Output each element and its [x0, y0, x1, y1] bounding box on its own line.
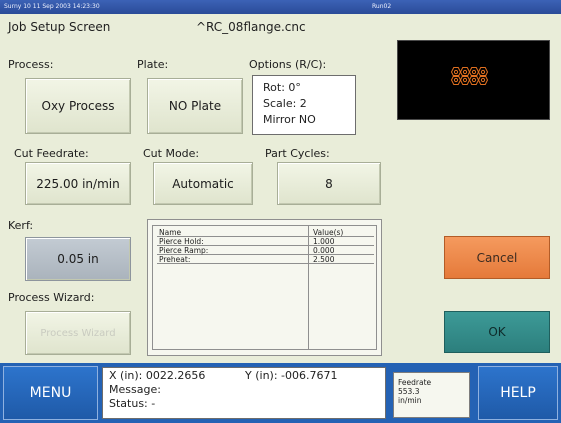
feedrate-unit: in/min — [398, 396, 422, 405]
job-file-name: ^RC_08flange.cnc — [196, 20, 306, 34]
param-value: 0.000 — [313, 246, 335, 255]
menu-button-label: MENU — [29, 385, 72, 401]
y-position: Y (in): -006.7671 — [245, 369, 338, 382]
feedrate-label: Feedrate — [398, 378, 432, 387]
table-header-row: Name Value(s) — [157, 228, 374, 237]
flange-hole — [453, 77, 459, 83]
option-rotation: Rot: 0° — [263, 81, 301, 94]
part-cycles-label: Part Cycles: — [265, 147, 330, 160]
options-label: Options (R/C): — [249, 58, 327, 71]
flange-hole — [462, 69, 468, 75]
flange-hole — [480, 77, 486, 83]
feedrate-panel: Feedrate 553.3 in/min — [393, 372, 470, 418]
ok-button[interactable]: OK — [444, 311, 550, 353]
process-wizard-label: Process Wizard: — [8, 291, 95, 304]
param-name: Preheat: — [159, 255, 191, 264]
cut-mode-button[interactable]: Automatic — [153, 162, 253, 205]
process-label: Process: — [8, 58, 54, 71]
nested-parts-graphic — [450, 67, 489, 85]
flange-hole — [462, 77, 468, 83]
process-value: Oxy Process — [41, 99, 115, 113]
option-mirror: Mirror NO — [263, 113, 316, 126]
column-header-name: Name — [159, 228, 182, 237]
table-row[interactable]: Pierce Ramp: 0.000 — [157, 246, 374, 255]
position-readout: X (in): 0022.2656 Y (in): -006.7671 — [109, 369, 385, 383]
flange-hole — [471, 77, 477, 83]
help-button[interactable]: HELP — [478, 366, 558, 420]
ok-button-label: OK — [488, 325, 506, 339]
process-wizard-button-label: Process Wizard — [40, 327, 116, 339]
flange-hole — [471, 69, 477, 75]
title-bar: Surny 10 11 Sep 2003 14:23:30 Run02 — [0, 0, 561, 14]
plate-label: Plate: — [137, 58, 169, 71]
cancel-button[interactable]: Cancel — [444, 236, 550, 279]
cut-mode-value: Automatic — [172, 176, 234, 191]
param-name: Pierce Ramp: — [159, 246, 209, 255]
plate-value: NO Plate — [168, 99, 222, 113]
part-cycles-button[interactable]: 8 — [277, 162, 381, 205]
title-bar-datetime: Surny 10 11 Sep 2003 14:23:30 — [4, 3, 100, 10]
plate-button[interactable]: NO Plate — [147, 78, 243, 134]
kerf-button[interactable]: 0.05 in — [25, 237, 131, 281]
cut-feedrate-button[interactable]: 225.00 in/min — [25, 162, 131, 205]
kerf-value: 0.05 in — [57, 252, 99, 266]
flange-hole — [480, 69, 486, 75]
help-button-label: HELP — [500, 385, 536, 401]
table-row[interactable]: Preheat: 2.500 — [157, 255, 374, 264]
cut-feedrate-value: 225.00 in/min — [36, 176, 120, 191]
column-header-values: Value(s) — [313, 228, 344, 237]
title-bar-mode: Run02 — [372, 3, 392, 10]
table-frame: Name Value(s) Pierce Hold: 1.000 Pierce … — [152, 225, 377, 350]
table-row[interactable]: Pierce Hold: 1.000 — [157, 237, 374, 246]
x-position: X (in): 0022.2656 — [109, 369, 206, 382]
status-line: Status: - — [109, 397, 156, 410]
message-line: Message: — [109, 383, 161, 396]
menu-button[interactable]: MENU — [3, 366, 98, 420]
part-preview — [397, 40, 550, 120]
process-button[interactable]: Oxy Process — [25, 78, 131, 134]
option-scale: Scale: 2 — [263, 97, 307, 110]
process-parameters-table: Name Value(s) Pierce Hold: 1.000 Pierce … — [147, 219, 382, 356]
param-value: 1.000 — [313, 237, 335, 246]
status-panel: X (in): 0022.2656 Y (in): -006.7671 Mess… — [102, 367, 386, 419]
cut-mode-label: Cut Mode: — [143, 147, 200, 160]
feedrate-value: 553.3 — [398, 387, 420, 396]
screen-title: Job Setup Screen — [8, 20, 111, 34]
param-name: Pierce Hold: — [159, 237, 204, 246]
flange-hole — [453, 69, 459, 75]
param-value: 2.500 — [313, 255, 335, 264]
cancel-button-label: Cancel — [476, 250, 518, 265]
process-wizard-button[interactable]: Process Wizard — [25, 311, 131, 355]
part-cycles-value: 8 — [325, 176, 333, 191]
options-panel[interactable]: Rot: 0° Scale: 2 Mirror NO — [252, 75, 356, 135]
cut-feedrate-label: Cut Feedrate: — [14, 147, 89, 160]
kerf-label: Kerf: — [8, 219, 34, 232]
